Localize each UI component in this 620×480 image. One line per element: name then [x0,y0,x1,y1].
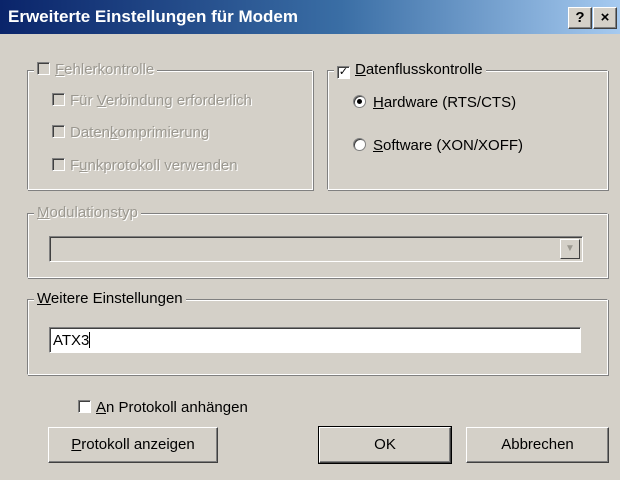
cellular-protocol-checkbox[interactable] [52,158,65,171]
radio-software[interactable]: Software (XON/XOFF) [353,137,523,155]
radio-hardware[interactable]: Hardware (RTS/CTS) [353,94,516,112]
hardware-radio-button[interactable] [353,95,366,108]
flow-control-checkbox-box[interactable]: ✓ [337,66,350,79]
close-button[interactable]: × [593,7,617,29]
modulation-select[interactable]: ▼ [49,236,583,262]
software-radio-button[interactable] [353,138,366,151]
extra-settings-value: ATX3 [53,332,90,349]
flow-control-checkbox[interactable]: ✓ Datenflusskontrolle [334,61,486,79]
chevron-down-icon[interactable]: ▼ [560,239,580,259]
ok-button[interactable]: OK [318,426,452,464]
data-compression-checkbox[interactable] [52,125,65,138]
error-control-checkbox-box[interactable] [37,62,50,75]
error-control-checkbox[interactable]: Fehlerkontrolle [34,61,158,79]
close-icon: × [600,9,610,26]
text-caret [89,332,91,348]
cancel-button[interactable]: Abbrechen [466,427,609,463]
append-log-checkbox[interactable] [78,400,91,413]
required-for-connection-checkbox[interactable] [52,93,65,106]
extra-settings-input[interactable]: ATX3 [49,327,581,353]
option-required-for-connection[interactable]: Für Verbindung erforderlich [52,92,252,110]
window-title: Erweiterte Einstellungen für Modem [8,7,298,26]
option-data-compression[interactable]: Datenkomprimierung [52,124,209,142]
title-bar[interactable]: Erweiterte Einstellungen für Modem ? × [0,0,620,34]
flow-control-group: ✓ Datenflusskontrolle [327,61,608,190]
append-log-option[interactable]: An Protokoll anhängen [78,399,248,417]
help-button[interactable]: ? [568,7,592,29]
option-cellular-protocol[interactable]: Funkprotokoll verwenden [52,157,238,175]
modulation-label: Modulationstyp [34,204,141,222]
show-log-button[interactable]: Protokoll anzeigen [48,427,218,463]
extra-settings-label: Weitere Einstellungen [34,290,186,308]
